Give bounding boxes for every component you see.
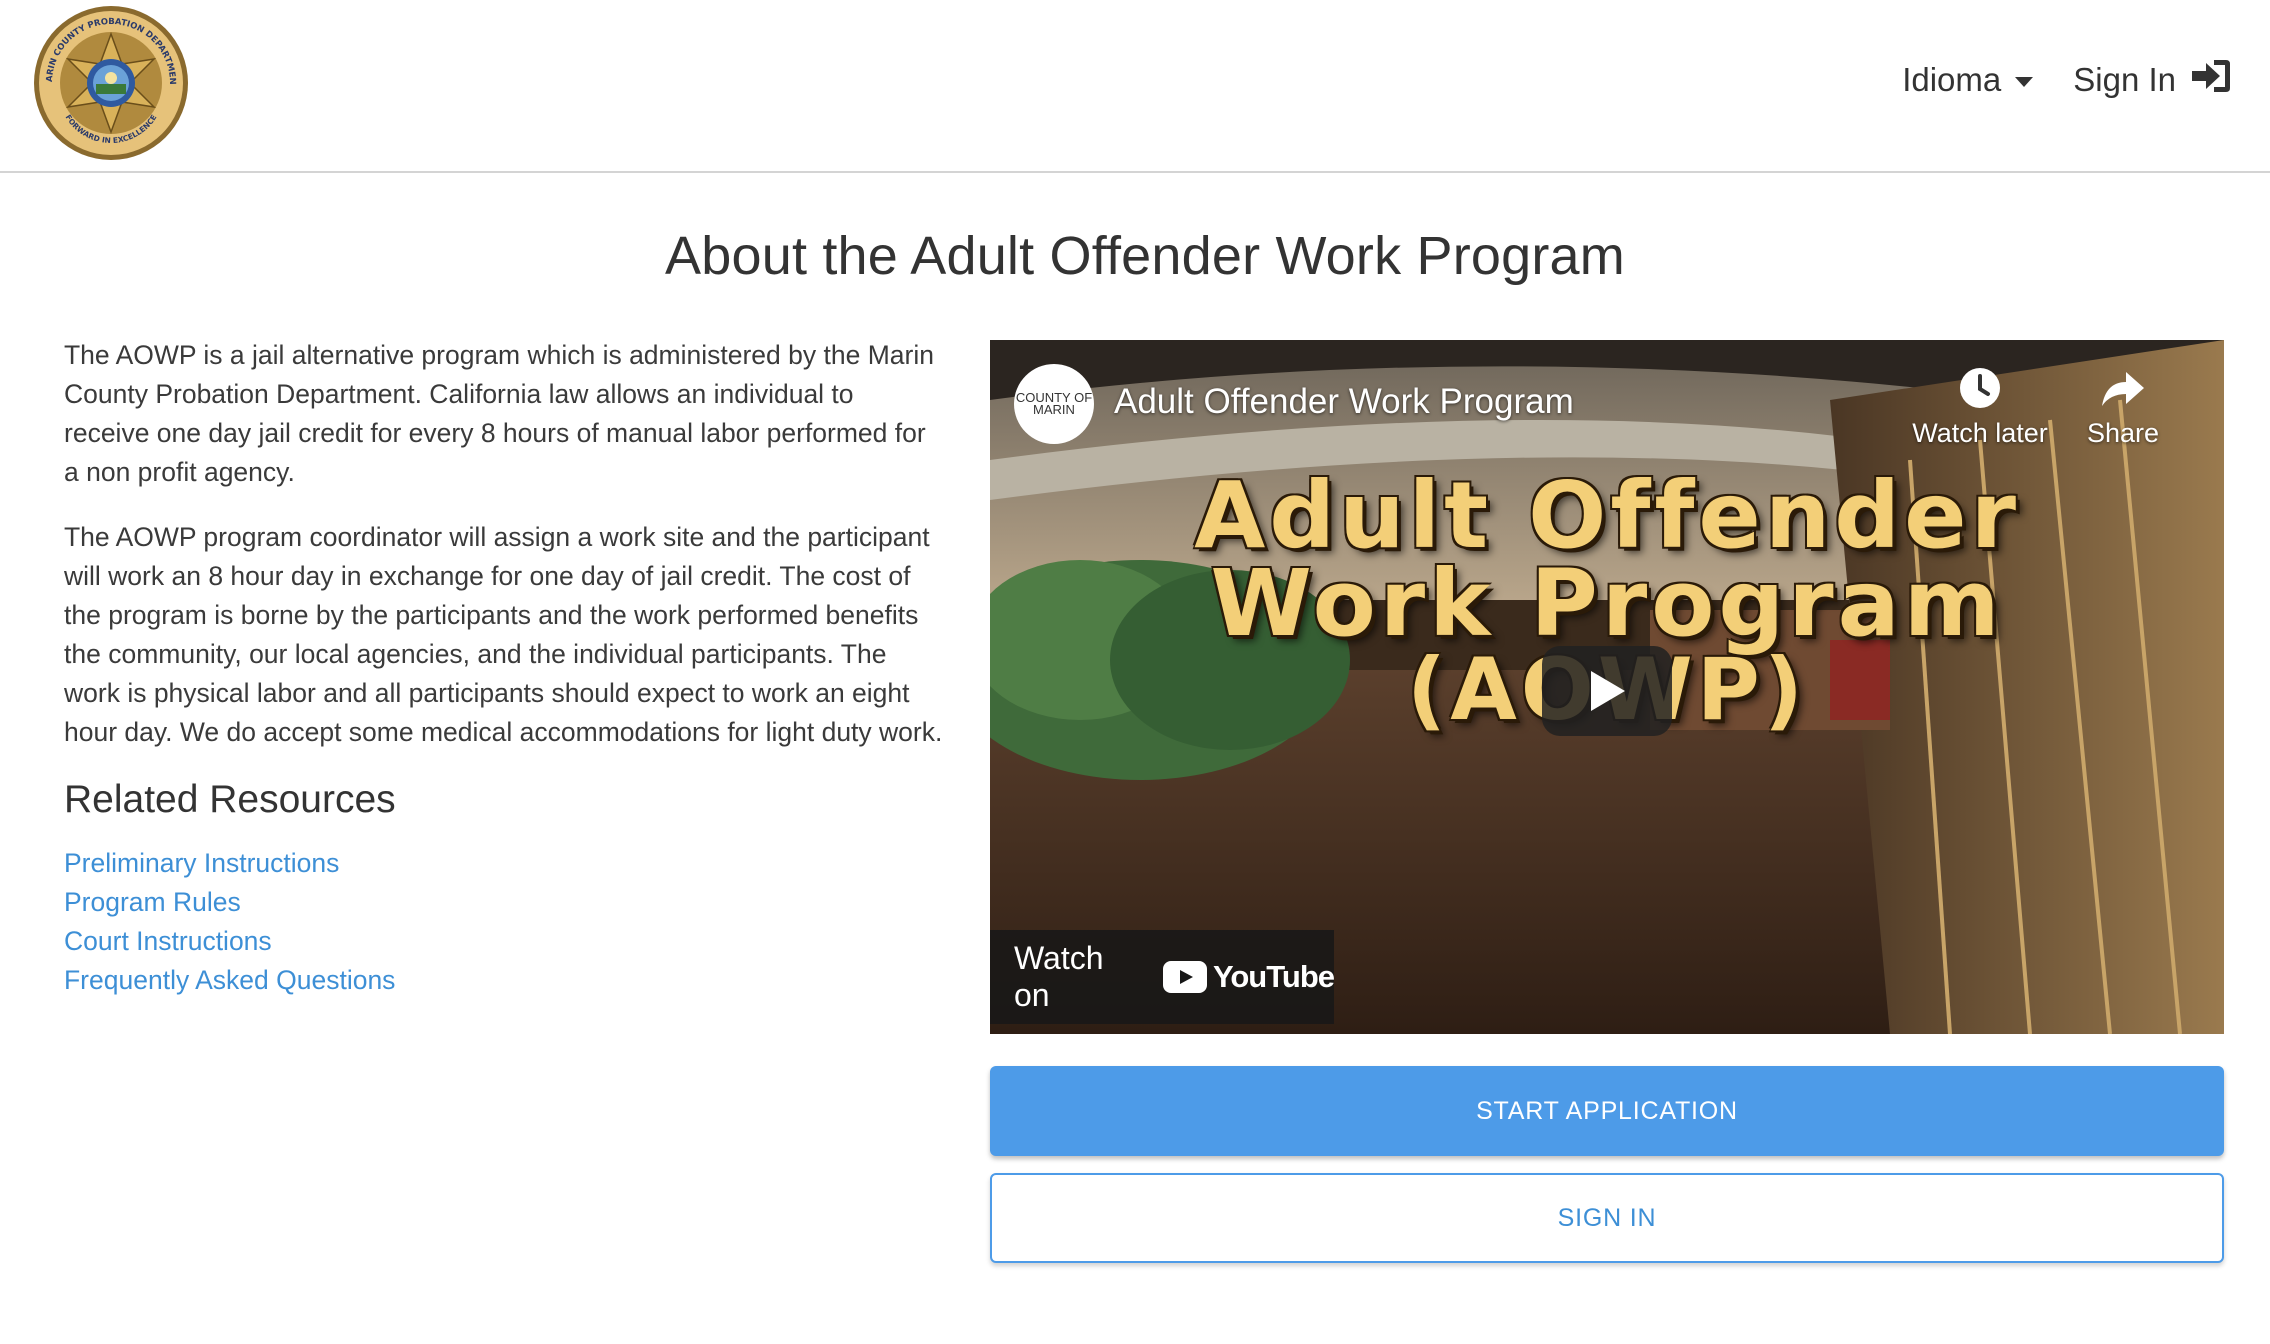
intro-paragraph: The AOWP is a jail alternative program w… [64, 340, 934, 487]
caret-down-icon [2015, 76, 2034, 87]
related-resources-heading: Related Resources [64, 778, 396, 821]
watch-later-button[interactable]: Watch later [1905, 362, 2055, 449]
link-program-rules[interactable]: Program Rules [64, 883, 944, 922]
probation-department-logo[interactable]: MARIN COUNTY PROBATION DEPARTMENT FORWAR… [28, 0, 190, 162]
sign-in-icon [2190, 58, 2232, 102]
language-dropdown[interactable]: Idioma [1902, 61, 2034, 99]
header-sign-in-link[interactable]: Sign In [2073, 58, 2232, 102]
program-description: The AOWP is a jail alternative program w… [64, 336, 944, 1000]
play-icon [1591, 671, 1625, 711]
play-button[interactable] [1542, 646, 1672, 736]
youtube-label: YouTube [1213, 959, 1335, 994]
link-preliminary-instructions[interactable]: Preliminary Instructions [64, 844, 944, 883]
sign-in-label: Sign In [2073, 61, 2176, 98]
channel-name: COUNTY OF MARIN [1015, 390, 1093, 417]
share-icon [2048, 362, 2198, 418]
start-application-button[interactable]: START APPLICATION [990, 1066, 2224, 1156]
video-title[interactable]: Adult Offender Work Program [1114, 382, 1574, 422]
youtube-video-embed[interactable]: COUNTY OF MARIN Adult Offender Work Prog… [990, 340, 2224, 1034]
clock-icon [1905, 362, 2055, 418]
share-button[interactable]: Share [2048, 362, 2198, 449]
sign-in-button[interactable]: SIGN IN [990, 1173, 2224, 1263]
language-label: Idioma [1902, 61, 2002, 98]
details-paragraph: The AOWP program coordinator will assign… [64, 522, 943, 747]
watch-on-label: Watch on [1014, 940, 1104, 1013]
watch-later-label: Watch later [1912, 418, 2048, 448]
channel-avatar[interactable]: COUNTY OF MARIN [1014, 364, 1094, 444]
link-faq[interactable]: Frequently Asked Questions [64, 961, 944, 1000]
link-court-instructions[interactable]: Court Instructions [64, 922, 944, 961]
watch-on-youtube-button[interactable]: Watch on YouTube [990, 930, 1335, 1024]
page-title: About the Adult Offender Work Program [665, 226, 1625, 286]
youtube-icon [1163, 961, 1207, 993]
share-label: Share [2086, 418, 2160, 448]
top-navbar: MARIN COUNTY PROBATION DEPARTMENT FORWAR… [0, 0, 2270, 173]
header-nav: Idioma Sign In [1902, 48, 2232, 112]
youtube-logo: YouTube [1163, 959, 1335, 995]
